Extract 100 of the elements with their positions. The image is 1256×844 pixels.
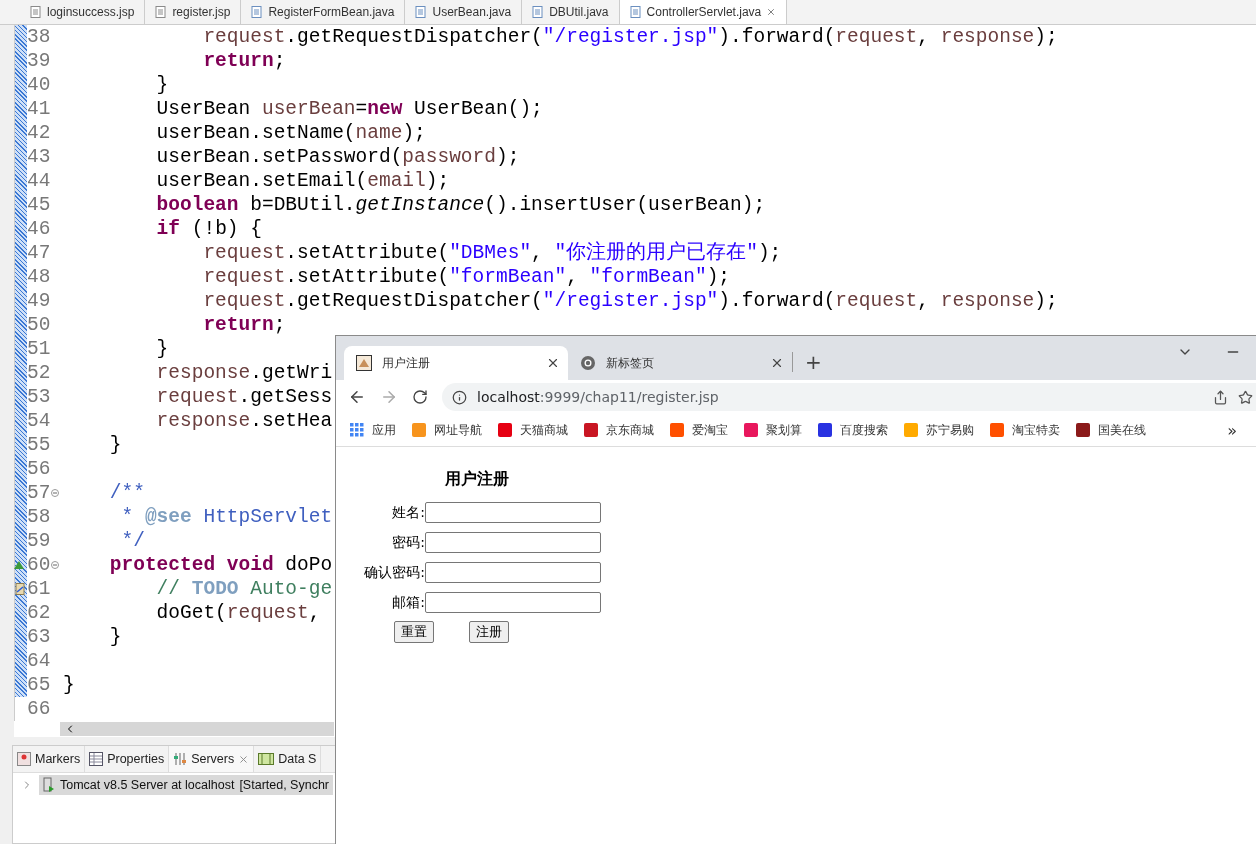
servers-icon: [173, 752, 188, 766]
page-favicon: [356, 355, 372, 371]
code-line: }: [63, 673, 75, 697]
bookmark-link[interactable]: 天猫商城: [498, 421, 568, 439]
file-icon: [251, 6, 264, 18]
file-icon: [532, 6, 545, 18]
file-icon: [155, 6, 168, 18]
code-line: boolean b=DBUtil.getInstance().insertUser(userBean);: [155, 193, 766, 217]
fold-icon[interactable]: [51, 561, 60, 569]
code-line: request.getSess: [155, 385, 333, 409]
close-icon[interactable]: [238, 753, 250, 765]
line-number: 60: [27, 553, 51, 577]
code-line: response.getWri: [155, 361, 333, 385]
bookmark-link[interactable]: 苏宁易购: [904, 421, 974, 439]
panel-tab[interactable]: Markers: [13, 746, 86, 772]
editor-tab[interactable]: DBUtil.java: [522, 0, 620, 24]
more-bookmarks[interactable]: »: [1227, 420, 1237, 440]
register-button[interactable]: 注册: [469, 621, 509, 643]
line-number: 46: [27, 217, 51, 241]
editor-tab[interactable]: register.jsp: [145, 0, 242, 24]
line-number: 66: [27, 697, 51, 721]
code-line: userBean.setName(name);: [155, 121, 426, 145]
line-number: 53: [27, 385, 51, 409]
horizontal-scrollbar[interactable]: [60, 722, 334, 736]
code-line: protected void doPo: [108, 553, 333, 577]
markers-icon: [17, 752, 31, 766]
new-tab-button[interactable]: +: [805, 350, 822, 374]
panel-tab[interactable]: Properties: [85, 746, 170, 772]
code-line: }: [155, 337, 169, 361]
line-number: 44: [27, 169, 51, 193]
line-number: 64: [27, 649, 51, 673]
bookmark-link[interactable]: 国美在线: [1076, 421, 1146, 439]
file-icon: [30, 6, 42, 18]
triangle-icon: [14, 561, 24, 569]
task-icon: [15, 583, 25, 595]
code-line: }: [108, 625, 122, 649]
panel-tab[interactable]: Servers: [169, 746, 255, 772]
reload-button[interactable]: [412, 389, 428, 405]
file-icon: [415, 6, 428, 18]
info-icon[interactable]: [452, 389, 467, 405]
line-number: 49: [27, 289, 51, 313]
address-bar[interactable]: localhost:9999/chap11/register.jsp: [442, 383, 1256, 411]
database-icon: [258, 752, 275, 766]
page-heading: 用户注册: [445, 469, 509, 490]
code-line: return;: [202, 49, 286, 73]
code-line: userBean.setEmail(email);: [155, 169, 450, 193]
back-button[interactable]: [348, 388, 366, 406]
input-field[interactable]: [425, 592, 601, 613]
code-line: request.getRequestDispatcher("/register.jsp").forward(request, response);: [202, 25, 1058, 49]
line-number: 51: [27, 337, 51, 361]
bookmark-link[interactable]: 百度搜索: [818, 421, 888, 439]
editor-tab[interactable]: UserBean.java: [405, 0, 523, 24]
code-line: UserBean userBean=new UserBean();: [155, 97, 543, 121]
bookmark-link[interactable]: 京东商城: [584, 421, 654, 439]
code-line: }: [108, 433, 122, 457]
input-field[interactable]: [425, 532, 601, 553]
browser-logo-icon: [580, 355, 596, 371]
bookmark-link[interactable]: 淘宝特卖: [990, 421, 1060, 439]
bookmark-link[interactable]: 应用: [350, 421, 396, 439]
close-tab-button[interactable]: [546, 356, 560, 370]
panel-tab[interactable]: Data S: [254, 746, 322, 772]
line-number: 62: [27, 601, 51, 625]
field-label: 姓名:: [391, 503, 425, 522]
line-number: 38: [27, 25, 51, 49]
line-number: 55: [27, 433, 51, 457]
line-number: 59: [27, 529, 51, 553]
close-icon[interactable]: [766, 7, 777, 17]
line-number: 56: [27, 457, 51, 481]
line-number: 54: [27, 409, 51, 433]
input-field[interactable]: [425, 562, 601, 583]
code-line: request.setAttribute("formBean", "formBean");: [202, 265, 731, 289]
server-name: Tomcat v8.5 Server at localhost: [60, 778, 235, 792]
line-number: 48: [27, 265, 51, 289]
close-tab-button[interactable]: [770, 356, 784, 370]
reset-button[interactable]: 重置: [394, 621, 434, 643]
server-icon: [43, 777, 55, 793]
line-number: 40: [27, 73, 51, 97]
bookmark-link[interactable]: 爱淘宝: [670, 421, 728, 439]
star-icon[interactable]: [1238, 389, 1253, 405]
server-status: [Started, Synchr: [239, 778, 329, 792]
field-label: 密码:: [391, 533, 425, 552]
share-icon[interactable]: [1213, 389, 1228, 405]
bookmark-link[interactable]: 网址导航: [412, 421, 482, 439]
browser-tab[interactable]: 用户注册: [344, 346, 568, 380]
line-number: 41: [27, 97, 51, 121]
code-line: request.getRequestDispatcher("/register.jsp").forward(request, response);: [202, 289, 1058, 313]
input-field[interactable]: [425, 502, 601, 523]
editor-tab[interactable]: loginsuccess.jsp: [20, 0, 146, 24]
browser-tab[interactable]: 新标签页: [568, 346, 792, 380]
bookmark-link[interactable]: 聚划算: [744, 421, 802, 439]
line-number: 43: [27, 145, 51, 169]
fold-icon[interactable]: [51, 489, 60, 497]
editor-tab[interactable]: RegisterFormBean.java: [241, 0, 406, 24]
code-line: if (!b) {: [155, 217, 262, 241]
url-text: localhost:9999/chap11/register.jsp: [477, 389, 719, 405]
server-row[interactable]: Tomcat v8.5 Server at localhost [Started, Synchr: [39, 775, 333, 795]
line-number: 45: [27, 193, 51, 217]
file-icon: [629, 6, 642, 18]
editor-tab[interactable]: ControllerServlet.java: [619, 0, 788, 24]
line-number: 47: [27, 241, 51, 265]
